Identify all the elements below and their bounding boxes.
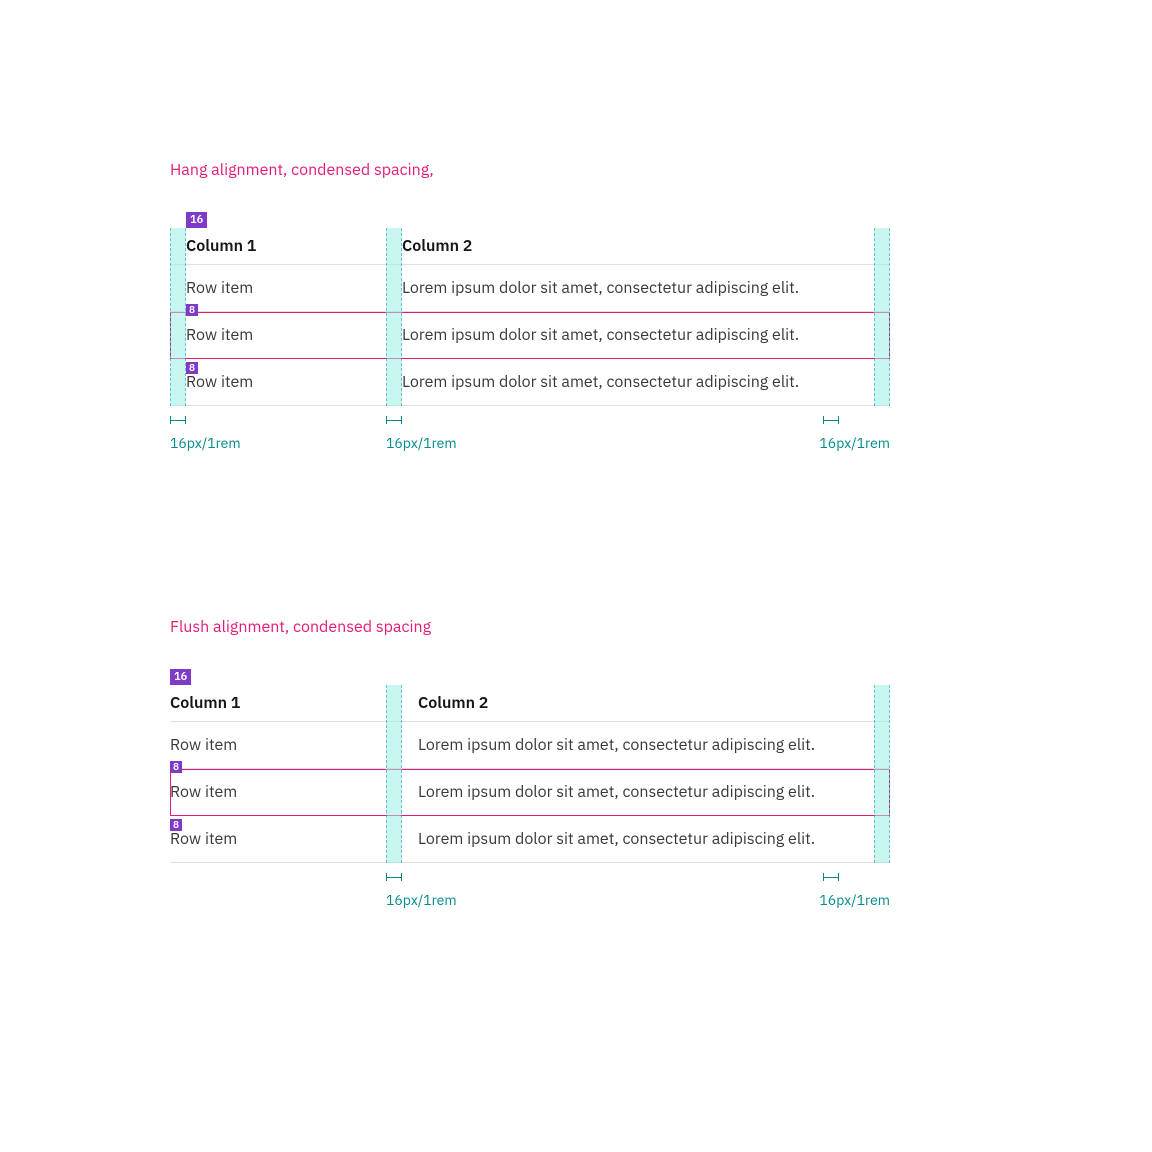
cell: Lorem ipsum dolor sit amet, consectetur … — [402, 722, 890, 769]
cell: Row item — [170, 359, 402, 406]
column-header-1: Column 1 — [170, 685, 402, 722]
cell: Row item — [170, 312, 402, 359]
table-row: Row item Lorem ipsum dolor sit amet, con… — [170, 816, 890, 863]
table-row-highlighted: Row item Lorem ipsum dolor sit amet, con… — [170, 312, 890, 359]
cell: Row item — [170, 816, 402, 863]
caption-hang: Hang alignment, condensed spacing, — [170, 160, 944, 180]
padding-chip: 16 — [170, 669, 191, 685]
table-header-row: Column 1 Column 2 — [170, 228, 890, 265]
column-header-2: Column 2 — [402, 685, 890, 722]
measure-label: 16px/1rem — [819, 434, 890, 452]
table-row: Row item Lorem ipsum dolor sit amet, con… — [170, 359, 890, 406]
column-header-1: Column 1 — [170, 228, 402, 265]
data-table: Column 1 Column 2 Row item Lorem ipsum d… — [170, 685, 890, 863]
column-header-2: Column 2 — [402, 228, 890, 265]
data-table: Column 1 Column 2 Row item Lorem ipsum d… — [170, 228, 890, 406]
measure-bar-icon — [823, 416, 839, 426]
spacing-chip-top: 8 — [186, 304, 198, 316]
table-header-row: Column 1 Column 2 — [170, 685, 890, 722]
cell: Lorem ipsum dolor sit amet, consectetur … — [402, 359, 890, 406]
measure-label: 16px/1rem — [819, 891, 890, 909]
section-hang: Hang alignment, condensed spacing, 16 8 … — [170, 160, 944, 406]
cell: Lorem ipsum dolor sit amet, consectetur … — [402, 265, 890, 312]
cell: Row item — [170, 722, 402, 769]
table-flush: 16 8 8 Column 1 Column 2 Row item Lorem … — [170, 685, 890, 863]
measure-bar-icon — [823, 873, 839, 883]
padding-chip: 16 — [186, 212, 207, 228]
spacing-chip-bottom: 8 — [186, 362, 198, 374]
cell: Lorem ipsum dolor sit amet, consectetur … — [402, 312, 890, 359]
spacing-chip-bottom: 8 — [170, 819, 182, 831]
cell: Row item — [170, 265, 402, 312]
cell: Lorem ipsum dolor sit amet, consectetur … — [402, 816, 890, 863]
table-row: Row item Lorem ipsum dolor sit amet, con… — [170, 722, 890, 769]
caption-flush: Flush alignment, condensed spacing — [170, 617, 944, 637]
cell: Row item — [170, 769, 402, 816]
table-row: Row item Lorem ipsum dolor sit amet, con… — [170, 265, 890, 312]
section-flush: Flush alignment, condensed spacing 16 8 … — [170, 617, 944, 863]
measure-bracket-right: 16px/1rem — [119, 412, 890, 452]
cell: Lorem ipsum dolor sit amet, consectetur … — [402, 769, 890, 816]
spacing-chip-top: 8 — [170, 761, 182, 773]
measure-bracket-right: 16px/1rem — [119, 869, 890, 909]
table-hang: 16 8 8 Column 1 Column 2 Row item Lorem … — [170, 228, 890, 406]
table-row-highlighted: Row item Lorem ipsum dolor sit amet, con… — [170, 769, 890, 816]
